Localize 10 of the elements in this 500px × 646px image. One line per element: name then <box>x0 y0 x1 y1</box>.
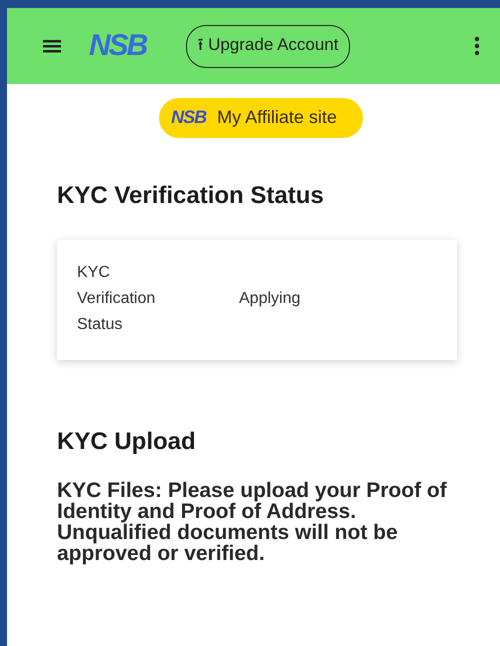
affiliate-site-button[interactable]: NSB My Affiliate site <box>159 98 363 138</box>
more-icon[interactable] <box>474 36 480 56</box>
instruction-text: Unqualified documents will not be approved or verified. <box>57 522 399 564</box>
instruction-text: KYC Files: Please upload your Proof of Identity and Proof of Address. <box>57 480 448 522</box>
upgrade-account-button[interactable]: ⭱ Upgrade Account <box>186 24 350 68</box>
section-title: KYC Verification Status <box>57 182 325 210</box>
section-title: KYC Upload <box>57 428 197 456</box>
field-label: KYC Verification Status <box>77 263 156 335</box>
menu-icon[interactable] <box>43 39 61 53</box>
field-value: Applying <box>239 289 300 309</box>
